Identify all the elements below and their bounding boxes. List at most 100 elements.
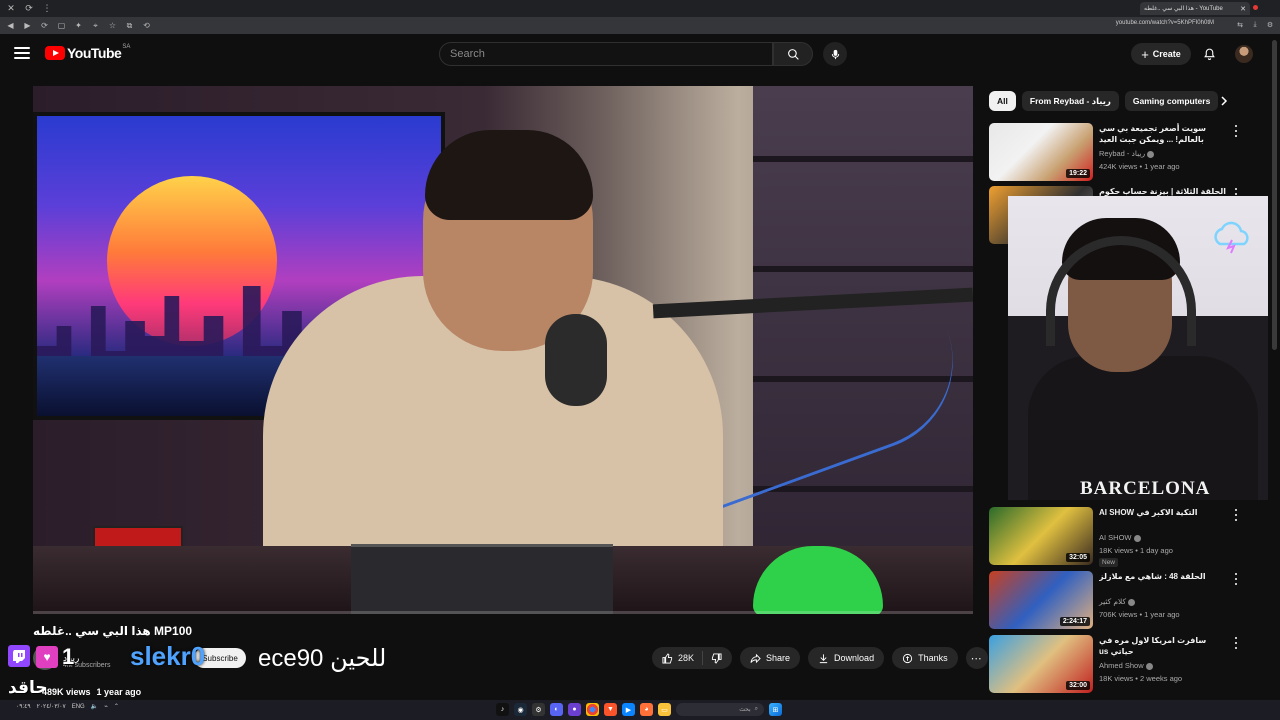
account-avatar[interactable] (1235, 45, 1253, 63)
menu-icon[interactable] (14, 46, 30, 60)
history-icon[interactable]: ⟲ (140, 19, 153, 32)
window-menu-icon[interactable]: ⋮ (40, 2, 54, 16)
recommendation-thumbnail[interactable]: 32:00 (989, 635, 1093, 693)
search-icon (787, 48, 799, 60)
recommendation-channel[interactable]: Reybad - ريباد (1099, 149, 1155, 158)
chip-1[interactable]: From Reybad - ريباد (1021, 91, 1119, 111)
youtube-logo[interactable]: YouTube SA (45, 44, 131, 61)
settings-app-icon[interactable]: ⚙ (532, 703, 545, 716)
reload-icon[interactable]: ⟳ (38, 19, 51, 32)
volume-icon[interactable]: 🔈 (91, 703, 98, 710)
share-label: Share (766, 653, 791, 663)
translate-icon[interactable]: ⇆ (1234, 19, 1246, 31)
star-icon[interactable]: ☆ (106, 19, 119, 32)
thanks-button[interactable]: Thanks (892, 647, 958, 669)
share-icon (750, 653, 761, 663)
chrome-icon[interactable] (586, 703, 599, 716)
tiktok-icon[interactable]: ♪ (496, 703, 509, 716)
recommendation-item[interactable]: 19:22 سويت أصغر تجميعة بي سي بالعالم! ...… (989, 123, 1249, 181)
chip-2[interactable]: Gaming computers (1124, 91, 1219, 111)
video-player[interactable] (33, 86, 973, 614)
create-button[interactable]: + Create (1131, 43, 1191, 65)
recommendation-thumbnail[interactable]: 32:05 (989, 507, 1093, 565)
settings-icon[interactable]: ⚙ (1264, 19, 1276, 31)
stream-chat-message: ece90 للحين (258, 645, 387, 672)
video-title: MP100 هذا البي سي ..غلطه (33, 624, 193, 638)
extension-icon[interactable]: ✦ (72, 19, 85, 32)
chip-0[interactable]: All (989, 91, 1016, 111)
share-button[interactable]: Share (740, 647, 801, 669)
file-explorer-icon[interactable]: ▭ (658, 703, 671, 716)
recommendation-channel[interactable]: Ahmed Show (1099, 661, 1153, 670)
firefox-icon[interactable]: ◕ (640, 703, 653, 716)
recommendation-channel-name: AI SHOW (1099, 533, 1132, 542)
clock-date[interactable]: ٢٠٢٤/٠٣/٠٧ (37, 703, 66, 710)
recommendation-thumbnail[interactable]: 19:22 (989, 123, 1093, 181)
voice-search-button[interactable] (823, 42, 847, 66)
browser-tab[interactable]: هذا البي سي ..غلطه - YouTube ✕ (1140, 2, 1250, 15)
search-button[interactable] (773, 42, 813, 66)
tab-close-icon[interactable]: ✕ (1240, 5, 1246, 13)
chips-next-button[interactable] (1217, 94, 1231, 108)
more-vertical-icon[interactable] (1233, 509, 1239, 521)
os-taskbar: ٠٩:٤٩ ٢٠٢٤/٠٣/٠٧ ENG 🔈 ⌁ ⌃ ♪ ◉ ⚙ ◐ ● ▼ ▶… (0, 700, 1280, 720)
microphone-icon (831, 49, 839, 59)
more-vertical-icon[interactable] (1233, 125, 1239, 137)
obs-icon[interactable]: ● (568, 703, 581, 716)
video-view-info[interactable]: 489K views 1 year ago (42, 687, 147, 697)
clock-time[interactable]: ٠٩:٤٩ (16, 703, 31, 710)
brave-icon[interactable]: ▼ (604, 703, 617, 716)
tray-chevron-icon[interactable]: ⌃ (114, 703, 119, 710)
recommendation-item[interactable]: 32:05 التكية الاكبر في AI SHOW AI SHOW 18K … (989, 507, 1249, 567)
network-icon[interactable]: ⌁ (104, 703, 108, 710)
recommendation-item[interactable]: 32:00 سافرت امريكا لاول مره في حياتي us Ah… (989, 635, 1249, 693)
like-count: 28K (678, 653, 695, 663)
more-vertical-icon[interactable] (1233, 573, 1239, 585)
recommendation-channel[interactable]: كلام كثير (1099, 597, 1136, 606)
notifications-button[interactable] (1200, 45, 1218, 63)
tabs-icon[interactable]: ⧉ (123, 19, 136, 32)
address-bar-actions: ⇆ ⤓ ⚙ (1234, 19, 1276, 31)
recommendation-item[interactable]: 2:24:17 الحلقة 48 : شاهي مع ملازلز كلام كث… (989, 571, 1249, 629)
youtube-play-icon (45, 46, 65, 60)
recommendation-channel[interactable]: AI SHOW (1099, 533, 1141, 542)
recommendation-title[interactable]: التكية الاكبر في AI SHOW (1099, 507, 1229, 518)
like-button[interactable]: 28K (652, 651, 704, 665)
upload-age: 1 year ago (96, 687, 142, 697)
back-icon[interactable]: ◀ (4, 19, 17, 32)
download-bar-icon[interactable]: ⤓ (1249, 19, 1261, 31)
video-actions: 28K Share Download Thanks ⋯ (652, 647, 988, 669)
video-progress-bar[interactable] (33, 611, 973, 614)
twitch-icon (8, 645, 30, 667)
download-button[interactable]: Download (808, 647, 885, 669)
taskbar-search[interactable]: بحث ⌕ (676, 703, 764, 716)
window-close-icon[interactable]: ✕ (4, 2, 18, 16)
recommendation-views: 706K views (1099, 610, 1138, 619)
recommendation-title[interactable]: الحلقة 48 : شاهي مع ملازلز (1099, 571, 1229, 582)
page-scrollbar[interactable] (1272, 40, 1277, 350)
window-refresh-icon[interactable]: ⟳ (22, 2, 36, 16)
windows-start-icon[interactable]: ⊞ (769, 703, 782, 716)
recommendation-channel-name: Ahmed Show (1099, 661, 1144, 670)
taskbar-search-text: بحث (739, 707, 751, 713)
language-indicator[interactable]: ENG (72, 704, 85, 710)
recommendation-title[interactable]: سويت أصغر تجميعة بي سي بالعالم! ... ويمك… (1099, 123, 1229, 145)
search-input[interactable] (450, 48, 772, 60)
pin-icon[interactable]: ⌖ (89, 19, 102, 32)
video-frame-tablet (351, 544, 613, 614)
forward-icon[interactable]: ▶ (21, 19, 34, 32)
dislike-button[interactable] (703, 652, 732, 664)
url-field[interactable]: youtube.com/watch?v=5KhPFI0h0tM (1116, 20, 1214, 26)
steam-icon[interactable]: ◉ (514, 703, 527, 716)
media-player-icon[interactable]: ▶ (622, 703, 635, 716)
country-code: SA (122, 44, 131, 50)
video-frame-person-hair (425, 130, 593, 220)
recommendation-thumbnail[interactable]: 2:24:17 (989, 571, 1093, 629)
more-vertical-icon[interactable] (1233, 637, 1239, 649)
discord-icon[interactable]: ◐ (550, 703, 563, 716)
chevron-right-icon (1221, 96, 1228, 106)
recommendation-title[interactable]: سافرت امريكا لاول مره في حياتي us (1099, 635, 1229, 657)
sidebar-icon[interactable]: ▢ (55, 19, 68, 32)
more-actions-button[interactable]: ⋯ (965, 647, 988, 669)
thanks-label: Thanks (918, 653, 948, 663)
